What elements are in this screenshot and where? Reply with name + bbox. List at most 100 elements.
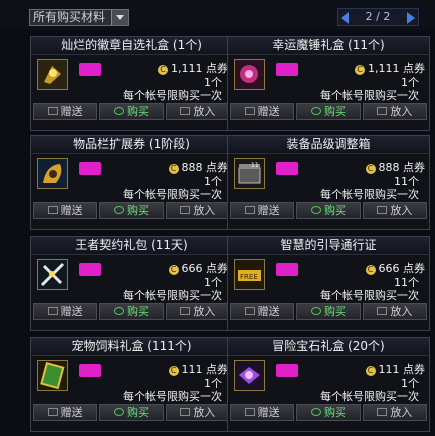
page-indicator: 2 / 2 [365,10,391,23]
action-buttons: 赠送 购买 放入 [230,303,427,320]
cart-icon [377,408,388,416]
add-to-cart-button[interactable]: 放入 [165,404,230,421]
buy-button[interactable]: 购买 [296,303,361,320]
item-title: 王者契约礼包 (11天) [31,237,232,255]
add-to-cart-button[interactable]: 放入 [362,202,427,219]
add-to-cart-button[interactable]: 放入 [165,303,230,320]
coupon-coin-icon: C [365,265,376,275]
shop-item-card: 物品栏扩展券 (1阶段) C 888 点券 1个 每个帐号限购买一次 赠送 购买 … [30,135,233,230]
buy-icon [310,408,321,416]
item-title: 宠物饲料礼盒 (111个) [31,338,232,356]
gift-icon [47,408,58,416]
purchase-limit: 每个帐号限购买一次 [320,289,419,302]
action-buttons: 赠送 购买 放入 [33,303,230,320]
item-title: 灿烂的徽章自选礼盒 (1个) [31,37,232,55]
lucky-hammer-box-icon[interactable] [234,59,265,90]
svg-text:11: 11 [251,162,259,169]
cart-icon [377,107,388,115]
gift-button[interactable]: 赠送 [230,103,295,120]
add-to-cart-button[interactable]: 放入 [362,303,427,320]
chevron-down-icon[interactable] [111,10,128,25]
next-page-icon[interactable] [407,12,415,24]
gift-button[interactable]: 赠送 [33,303,98,320]
guide-pass-icon[interactable]: FREE [234,259,265,290]
cart-icon [180,408,191,416]
category-filter-dropdown[interactable]: 所有购买材料 [29,9,129,26]
coupon-coin-icon: C [355,65,365,75]
action-buttons: 赠送 购买 放入 [33,202,230,219]
coupon-coin-icon: C [168,265,179,275]
buy-icon [113,408,124,416]
gift-button[interactable]: 赠送 [33,202,98,219]
category-filter-value: 所有购买材料 [33,10,106,24]
item-title: 物品栏扩展券 (1阶段) [31,136,232,154]
gift-icon [47,206,58,214]
limited-badge [276,162,298,175]
limited-badge [79,63,101,76]
grade-adjust-box-icon[interactable]: 11 [234,158,265,189]
purchase-limit: 每个帐号限购买一次 [123,89,222,102]
inventory-expansion-icon[interactable] [37,158,68,189]
coupon-coin-icon: C [168,164,179,174]
buy-icon [310,206,321,214]
top-bar: 所有购买材料 2 / 2 [0,0,435,30]
gift-icon [244,206,255,214]
buy-icon [113,107,124,115]
coupon-coin-icon: C [158,65,168,75]
gift-button[interactable]: 赠送 [33,404,98,421]
buy-button[interactable]: 购买 [99,202,164,219]
buy-button[interactable]: 购买 [99,404,164,421]
item-title: 冒险宝石礼盒 (20个) [228,338,429,356]
add-to-cart-button[interactable]: 放入 [165,103,230,120]
cart-icon [180,206,191,214]
action-buttons: 赠送 购买 放入 [33,103,230,120]
coupon-coin-icon: C [365,164,376,174]
item-title: 智慧的引导通行证 [228,237,429,255]
adventure-gem-box-icon[interactable] [234,360,265,391]
action-buttons: 赠送 购买 放入 [230,404,427,421]
purchase-limit: 每个帐号限购买一次 [123,289,222,302]
limited-badge [276,63,298,76]
shop-item-card: 装备品级调整箱 11 C 888 点券 11个 每个帐号限购买一次 赠送 购买 放… [227,135,430,230]
svg-text:FREE: FREE [240,273,258,281]
shop-item-card: 宠物饲料礼盒 (111个) C 111 点券 1个 每个帐号限购买一次 赠送 购买… [30,337,233,432]
cart-icon [377,307,388,315]
gift-icon [244,107,255,115]
limited-badge [79,364,101,377]
item-title: 装备品级调整箱 [228,136,429,154]
limited-badge [276,364,298,377]
cart-icon [180,107,191,115]
gift-button[interactable]: 赠送 [230,202,295,219]
buy-button[interactable]: 购买 [296,202,361,219]
pet-food-box-icon[interactable] [37,360,68,391]
gift-icon [244,307,255,315]
buy-icon [310,307,321,315]
cart-icon [180,307,191,315]
gift-button[interactable]: 赠送 [230,404,295,421]
kings-contract-icon[interactable] [37,259,68,290]
shop-item-card: 幸运魔锤礼盒 (11个) C 1,111 点券 1个 每个帐号限购买一次 赠送 购… [227,36,430,131]
add-to-cart-button[interactable]: 放入 [362,404,427,421]
coupon-coin-icon: C [365,366,376,376]
buy-icon [113,307,124,315]
shop-item-card: 灿烂的徽章自选礼盒 (1个) C 1,111 点券 1个 每个帐号限购买一次 赠送… [30,36,233,131]
gift-button[interactable]: 赠送 [230,303,295,320]
gift-icon [47,107,58,115]
badge-box-icon[interactable] [37,59,68,90]
buy-button[interactable]: 购买 [99,103,164,120]
add-to-cart-button[interactable]: 放入 [165,202,230,219]
shop-item-card: 冒险宝石礼盒 (20个) C 111 点券 1个 每个帐号限购买一次 赠送 购买 … [227,337,430,432]
pager: 2 / 2 [337,8,419,26]
action-buttons: 赠送 购买 放入 [33,404,230,421]
buy-icon [310,107,321,115]
purchase-limit: 每个帐号限购买一次 [123,188,222,201]
limited-badge [276,263,298,276]
add-to-cart-button[interactable]: 放入 [362,103,427,120]
action-buttons: 赠送 购买 放入 [230,202,427,219]
gift-icon [244,408,255,416]
buy-button[interactable]: 购买 [296,103,361,120]
gift-button[interactable]: 赠送 [33,103,98,120]
buy-button[interactable]: 购买 [296,404,361,421]
buy-button[interactable]: 购买 [99,303,164,320]
action-buttons: 赠送 购买 放入 [230,103,427,120]
